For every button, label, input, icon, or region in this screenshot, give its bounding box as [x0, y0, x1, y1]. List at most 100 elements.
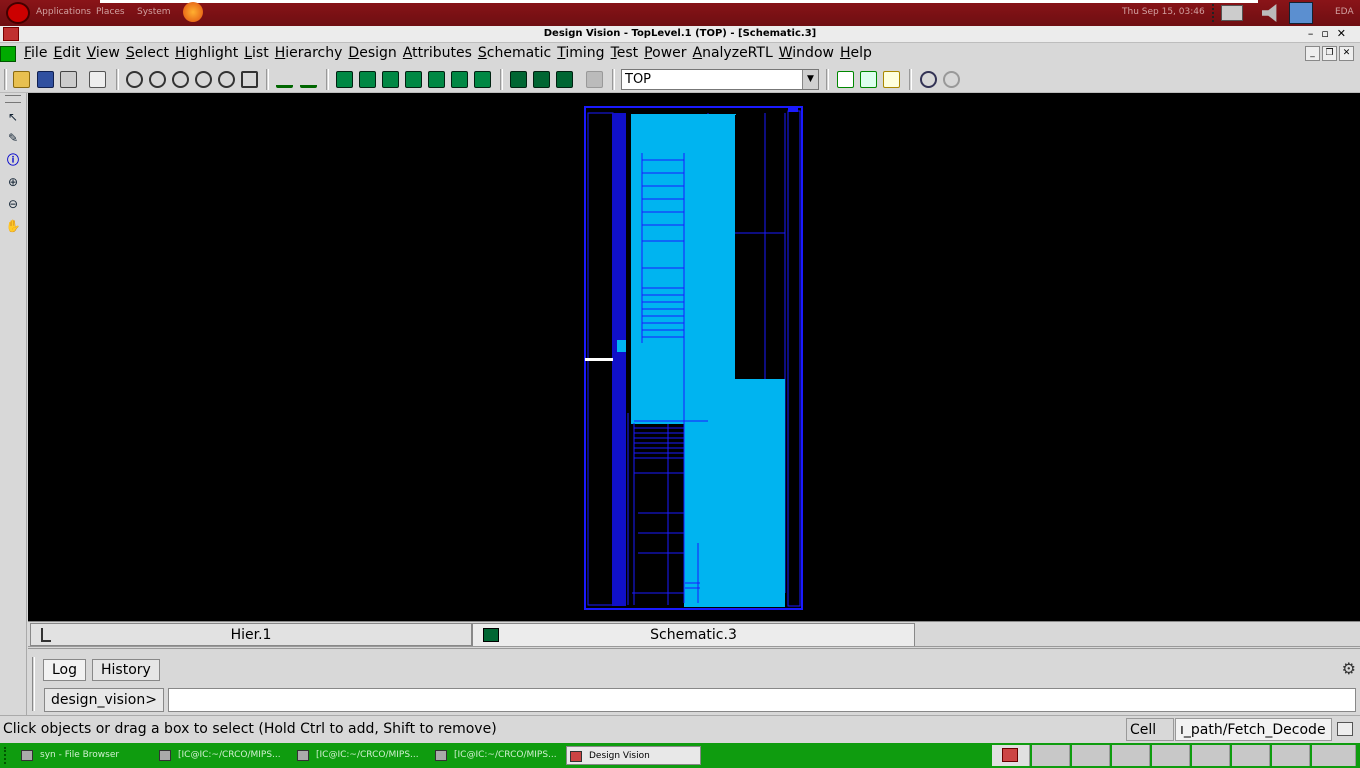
- tab-hier[interactable]: Hier.1: [30, 623, 472, 646]
- task-terminal-3[interactable]: [IC@IC:~/CRCO/MIPS...: [432, 746, 567, 765]
- select-arrow-icon[interactable]: ↖: [5, 109, 21, 125]
- timing-path-icon[interactable]: [533, 71, 550, 88]
- workspace-1[interactable]: [992, 745, 1030, 766]
- disabled-tool-icon: [586, 71, 603, 88]
- schematic-flat-icon[interactable]: [474, 71, 491, 88]
- menu-highlight[interactable]: Highlight: [175, 45, 243, 61]
- redhat-logo-icon[interactable]: [6, 2, 30, 24]
- menu-analyzertl[interactable]: AnalyzeRTL: [693, 45, 778, 61]
- tab-schematic[interactable]: Schematic.3: [472, 623, 915, 646]
- pencil-icon[interactable]: ✎: [5, 130, 21, 146]
- schematic-path-icon[interactable]: [382, 71, 399, 88]
- user-name[interactable]: EDA: [1335, 7, 1354, 17]
- hardware-icon[interactable]: [1221, 5, 1243, 21]
- properties-icon[interactable]: [89, 71, 106, 88]
- info-icon[interactable]: ⓘ: [5, 152, 21, 168]
- task-file-browser[interactable]: syn - File Browser: [18, 746, 153, 765]
- tab-history-label: History: [101, 662, 151, 678]
- tab-history[interactable]: History: [92, 659, 160, 681]
- workspace-2[interactable]: [1032, 745, 1070, 766]
- back-icon[interactable]: [920, 71, 937, 88]
- symbol-view-icon[interactable]: [510, 71, 527, 88]
- window-controls[interactable]: –▫✕: [1308, 26, 1354, 42]
- workspace-5[interactable]: [1152, 745, 1190, 766]
- zoom-half-icon[interactable]: [172, 71, 189, 88]
- zoom-out-tool-icon[interactable]: [218, 71, 235, 88]
- schematic-canvas[interactable]: [28, 93, 1360, 621]
- zoom-in-tool-icon[interactable]: [195, 71, 212, 88]
- tab-log[interactable]: Log: [43, 659, 87, 681]
- zoom-2x-icon[interactable]: [149, 71, 166, 88]
- mdi-minimize-icon[interactable]: _: [1305, 46, 1320, 61]
- zoom-out-icon[interactable]: ⊖: [5, 196, 21, 212]
- mdi-restore-icon[interactable]: ❐: [1322, 46, 1337, 61]
- menu-test[interactable]: Test: [611, 45, 644, 61]
- menu-attributes[interactable]: Attributes: [403, 45, 477, 61]
- edit-schematic-icon[interactable]: [883, 71, 900, 88]
- design-vision-logo-icon[interactable]: [0, 46, 16, 62]
- network-icon[interactable]: [1289, 2, 1313, 24]
- applications-menu[interactable]: Applications: [36, 7, 91, 17]
- console-grip: [32, 657, 35, 711]
- maximize-icon[interactable]: ▫: [1321, 27, 1336, 40]
- pan-hand-icon[interactable]: ✋: [5, 218, 21, 234]
- menu-view[interactable]: View: [87, 45, 125, 61]
- table-icon[interactable]: [1337, 722, 1353, 736]
- schematic-hier-icon[interactable]: [451, 71, 468, 88]
- save-icon[interactable]: [37, 71, 54, 88]
- workspace-4[interactable]: [1112, 745, 1150, 766]
- task-terminal-2[interactable]: [IC@IC:~/CRCO/MIPS...: [294, 746, 429, 765]
- menu-design[interactable]: Design: [348, 45, 401, 61]
- cell-label[interactable]: Cell ...: [1126, 718, 1174, 760]
- open-icon[interactable]: [13, 71, 30, 88]
- terminal-icon: [297, 750, 309, 761]
- zoom-box-icon[interactable]: [241, 71, 258, 88]
- zoom-in-icon[interactable]: ⊕: [5, 174, 21, 190]
- menu-timing[interactable]: Timing: [557, 45, 609, 61]
- chevron-down-icon[interactable]: ▼: [802, 70, 818, 89]
- schematic-new-icon[interactable]: [336, 71, 353, 88]
- task-design-vision[interactable]: Design Vision: [566, 746, 701, 765]
- workspace-3[interactable]: [1072, 745, 1110, 766]
- design-select[interactable]: TOP ▼: [621, 69, 819, 90]
- schematic-fanout-icon[interactable]: [428, 71, 445, 88]
- histogram-icon[interactable]: [556, 71, 573, 88]
- clock[interactable]: Thu Sep 15, 03:46: [1122, 7, 1205, 17]
- menu-schematic[interactable]: Schematic: [478, 45, 556, 61]
- minimize-icon[interactable]: –: [1308, 27, 1322, 40]
- pop-up-icon[interactable]: [300, 71, 317, 88]
- print-icon[interactable]: [60, 71, 77, 88]
- workspace-8[interactable]: [1272, 745, 1310, 766]
- menu-select[interactable]: Select: [126, 45, 174, 61]
- places-menu[interactable]: Places: [96, 7, 125, 17]
- task-terminal-1[interactable]: [IC@IC:~/CRCO/MIPS...: [156, 746, 291, 765]
- volume-icon[interactable]: [1262, 4, 1277, 22]
- command-input[interactable]: [168, 688, 1356, 712]
- push-down-icon[interactable]: [276, 71, 293, 88]
- workspace-7[interactable]: [1232, 745, 1270, 766]
- menu-hierarchy[interactable]: Hierarchy: [275, 45, 348, 61]
- close-icon[interactable]: ✕: [1337, 27, 1354, 40]
- workspace-9[interactable]: [1312, 745, 1356, 766]
- menu-help[interactable]: Help: [840, 45, 877, 61]
- firefox-icon[interactable]: [183, 2, 203, 22]
- window-title: Design Vision - TopLevel.1 (TOP) - [Sche…: [543, 28, 817, 39]
- window-titlebar[interactable]: Design Vision - TopLevel.1 (TOP) - [Sche…: [0, 26, 1360, 43]
- menu-power[interactable]: Power: [644, 45, 691, 61]
- zoom-fit-icon[interactable]: [126, 71, 143, 88]
- schematic-selected-icon[interactable]: [359, 71, 376, 88]
- new-window-icon[interactable]: [837, 71, 854, 88]
- menu-list[interactable]: List: [244, 45, 274, 61]
- menu-file[interactable]: File: [24, 45, 52, 61]
- workspace-6[interactable]: [1192, 745, 1230, 766]
- menu-edit[interactable]: Edit: [53, 45, 85, 61]
- menu-window[interactable]: Window: [779, 45, 839, 61]
- app-icon[interactable]: [3, 27, 19, 41]
- system-menu[interactable]: System: [137, 7, 171, 17]
- schematic-fanin-icon[interactable]: [405, 71, 422, 88]
- mdi-close-icon[interactable]: ✕: [1339, 46, 1354, 61]
- terminal-icon: [159, 750, 171, 761]
- layout-icon[interactable]: [860, 71, 877, 88]
- schematic-drawing[interactable]: [28, 93, 1360, 621]
- gear-icon[interactable]: ⚙: [1342, 659, 1356, 678]
